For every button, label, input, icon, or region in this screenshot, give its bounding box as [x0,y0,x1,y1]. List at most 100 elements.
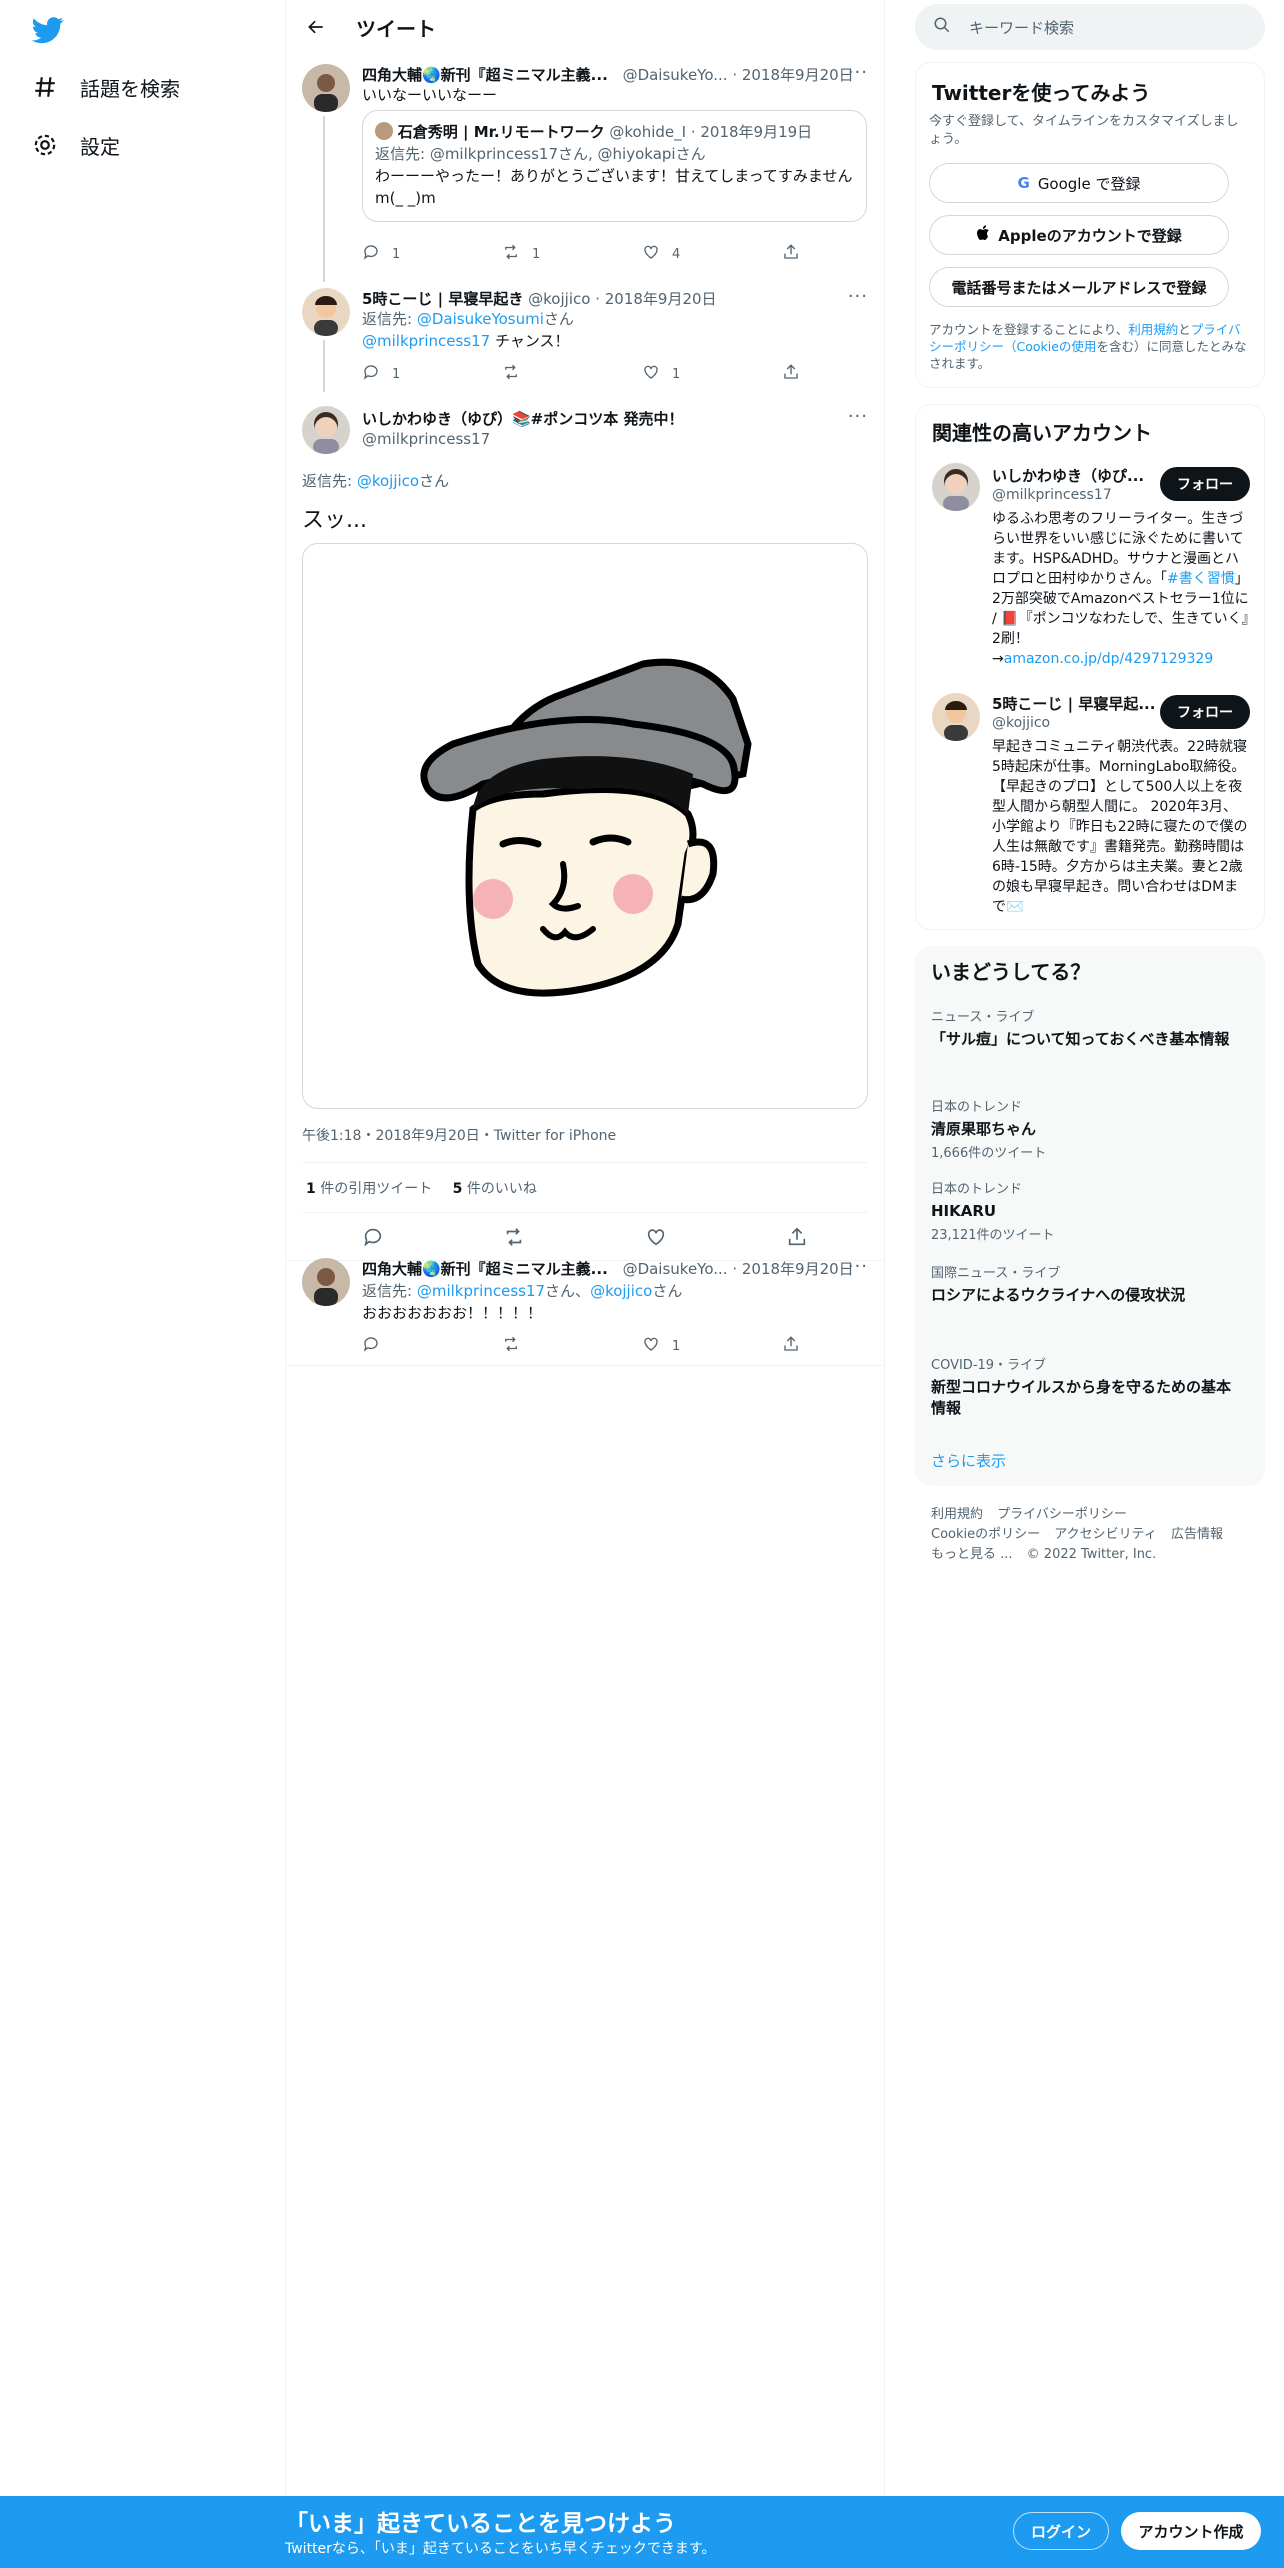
tweet-timestamp[interactable]: 午後1:18・2018年9月20日・Twitter for iPhone [302,1125,616,1145]
avatar [375,122,393,140]
twitter-bird-icon[interactable] [31,14,64,46]
quoted-tweet[interactable]: 石倉秀明 | Mr.リモートワーク @kohide_I · 2018年9月19日… [362,110,867,222]
mention-link[interactable]: @kojjico [590,1282,652,1300]
footer-more-link[interactable]: もっと見る ... [931,1547,1013,1562]
retweet-button[interactable] [502,364,592,384]
more-options-icon[interactable]: ··· [848,406,868,427]
trend-item[interactable]: COVID-19・ライブ 新型コロナウイルスから身を守るための基本情報 [931,1354,1231,1419]
tweet-author-name[interactable]: 5時こーじ | 早寝早起き [362,290,523,308]
mention-link[interactable]: @kojjico [357,472,419,490]
tweet-date[interactable]: · 2018年9月20日 [595,290,716,308]
likes-link[interactable]: 5 件のいいね [453,1181,537,1197]
reply-tweet[interactable]: 四角大輔🌏新刊『超ミニマル主義... @DaisukeYo... · 2018年… [286,1254,884,1366]
nav-settings[interactable]: 設定 [20,120,260,170]
google-signup-button[interactable]: G Google で登録 [929,163,1229,203]
tweet-author-name[interactable]: 四角大輔🌏新刊『超ミニマル主義... [362,1260,608,1278]
avatar[interactable] [932,463,980,511]
avatar[interactable] [302,406,350,454]
footer-ads-link[interactable]: 広告情報 [1171,1527,1223,1542]
bio-url-link[interactable]: amazon.co.jp/dp/4297129329 [1004,651,1214,667]
nav-explore[interactable]: 話題を検索 [20,62,260,112]
footer-cookie-link[interactable]: Cookieのポリシー [931,1527,1040,1542]
like-count: 1 [672,1338,681,1354]
footer-copyright: © 2022 Twitter, Inc. [1026,1547,1157,1562]
share-icon[interactable] [786,1226,808,1252]
page-title: ツイート [356,16,436,41]
tweet-handle[interactable]: @DaisukeYo... [623,1260,728,1278]
more-options-icon[interactable]: ··· [848,286,868,307]
retweet-button[interactable]: 1 [502,244,592,264]
tweet-text: いいなーいいなーー [362,86,498,104]
hashtag-link[interactable]: #書く習慣 [1167,571,1235,587]
avatar[interactable] [302,1258,350,1306]
reply-button[interactable] [362,1336,452,1356]
tweet-date[interactable]: · 2018年9月20日 [732,66,853,84]
create-account-button[interactable]: アカウント作成 [1121,2512,1261,2550]
reply-button[interactable]: 1 [362,364,452,384]
avatar[interactable] [302,288,350,336]
quote-tweets-link[interactable]: 1 件の引用ツイート [306,1181,432,1197]
follow-button[interactable]: フォロー [1160,695,1250,729]
mention-link[interactable]: @milkprincess17 [417,1282,545,1300]
follow-button[interactable]: フォロー [1160,467,1250,501]
thread-tweet[interactable]: 5時こーじ | 早寝早起き @kojjico · 2018年9月20日 ··· … [286,278,884,392]
mention-link[interactable]: @DaisukeYosumi [417,310,544,328]
trend-category: 国際ニュース・ライブ [931,1266,1061,1281]
tweet-image[interactable] [302,543,868,1109]
google-signup-label: Google で登録 [1037,174,1141,193]
login-button[interactable]: ログイン [1013,2512,1109,2550]
heart-icon [642,243,660,265]
search-input[interactable]: キーワード検索 [969,17,1074,38]
avatar[interactable] [302,64,350,112]
thread-tweet[interactable]: 四角大輔🌏新刊『超ミニマル主義... @DaisukeYo... · 2018年… [286,54,884,282]
likes-count: 5 [452,1181,463,1197]
tweet-handle[interactable]: @kojjico [528,290,590,308]
account-name[interactable]: 5時こーじ | 早寝早起... [992,693,1155,714]
reply-icon[interactable] [362,1226,384,1252]
more-options-icon[interactable]: ··· [848,1256,868,1277]
trend-item[interactable]: ニュース・ライブ 「サル痘」について知っておくべき基本情報 [931,1006,1231,1050]
footer-privacy-link[interactable]: プライバシーポリシー [997,1507,1127,1522]
share-button[interactable] [782,364,802,384]
tweet-author-name[interactable]: いしかわゆき（ゆぴ）📚#ポンコツ本 発売中！ [362,410,683,428]
phone-signup-button[interactable]: 電話番号またはメールアドレスで登録 [929,267,1229,307]
retweet-button[interactable] [502,1336,592,1356]
trend-item[interactable]: 国際ニュース・ライブ ロシアによるウクライナへの侵攻状況 [931,1262,1231,1306]
hashtag-icon [20,62,70,112]
mention-link[interactable]: @milkprincess17 [362,332,490,350]
share-button[interactable] [782,244,802,264]
account-name[interactable]: いしかわゆき（ゆぴ... [992,465,1144,486]
terms-link[interactable]: 利用規約 [1128,322,1178,337]
reply-button[interactable]: 1 [362,244,452,264]
focus-tweet-actions [302,1226,868,1252]
left-navigation: 話題を検索 設定 [0,0,285,2496]
heart-icon[interactable] [645,1226,667,1252]
relevant-accounts-title: 関連性の高いアカウント [932,421,1152,445]
footer-terms-link[interactable]: 利用規約 [931,1507,983,1522]
retweet-icon[interactable] [503,1226,525,1252]
trend-item[interactable]: 日本のトレンド 清原果耶ちゃん 1,666件のツイート [931,1096,1231,1161]
like-button[interactable]: 4 [642,244,732,264]
focus-tweet-text: スッ... [302,508,367,533]
share-button[interactable] [782,1336,802,1356]
trend-count: 23,121件のツイート [931,1228,1055,1243]
like-button[interactable]: 1 [642,364,732,384]
footer-accessibility-link[interactable]: アクセシビリティ [1054,1527,1157,1542]
account-handle[interactable]: @milkprincess17 [992,487,1112,503]
tweet-author-name[interactable]: 四角大輔🌏新刊『超ミニマル主義... [362,66,608,84]
tweet-handle[interactable]: @milkprincess17 [362,430,490,448]
share-icon [782,243,800,265]
trend-item[interactable]: 日本のトレンド HIKARU 23,121件のツイート [931,1178,1231,1243]
tweet-date[interactable]: · 2018年9月20日 [732,1260,853,1278]
account-handle[interactable]: @kojjico [992,715,1050,731]
more-options-icon[interactable]: ··· [848,62,868,83]
avatar[interactable] [932,693,980,741]
trend-name: 「サル痘」について知っておくべき基本情報 [931,1030,1230,1048]
show-more-link[interactable]: さらに表示 [931,1450,1006,1471]
back-arrow-icon[interactable] [298,9,334,45]
apple-signup-button[interactable]: Appleのアカウントで登録 [929,215,1229,255]
search-box[interactable]: キーワード検索 [915,4,1265,50]
like-button[interactable]: 1 [642,1336,732,1356]
bottom-signup-bar: 「いま」起きていることを見つけよう Twitterなら、「いま」起きていることを… [0,2496,1284,2568]
tweet-handle[interactable]: @DaisukeYo... [623,66,728,84]
